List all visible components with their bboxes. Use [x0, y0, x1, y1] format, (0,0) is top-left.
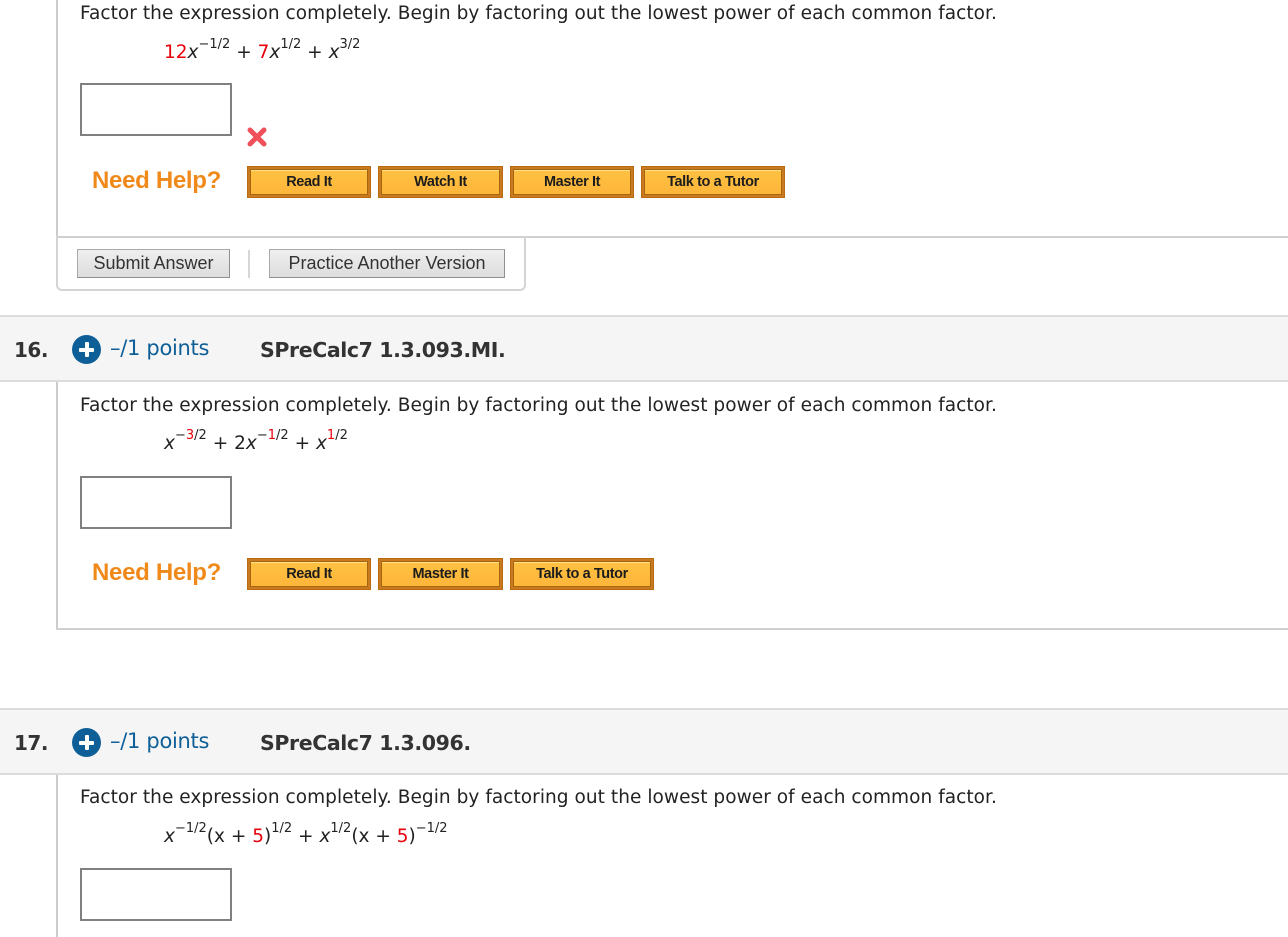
variable: x — [328, 42, 340, 63]
question-16-expression: x−3/2 + 2x−1/2 + x1/2 — [164, 429, 348, 454]
variable: x — [269, 42, 281, 63]
coefficient: 2 — [234, 433, 246, 454]
read-it-button[interactable]: Read It — [247, 558, 371, 590]
question-16-answer-input[interactable] — [80, 476, 232, 529]
master-it-button[interactable]: Master It — [510, 166, 634, 198]
exponent: 1/2 — [326, 427, 348, 443]
exponent: −3/2 — [174, 427, 207, 443]
question-17-answer-input[interactable] — [80, 868, 232, 921]
exponent: 1/2 — [271, 820, 293, 836]
talk-to-tutor-button[interactable]: Talk to a Tutor — [641, 166, 785, 198]
operator: + — [307, 42, 323, 63]
question-15-answer-input[interactable] — [80, 83, 232, 136]
operator: + — [294, 433, 311, 454]
need-help-label: Need Help? — [92, 559, 222, 586]
question-id: SPreCalc7 1.3.093.MI. — [260, 338, 506, 362]
question-number: 17. — [14, 731, 48, 755]
exponent: −1/2 — [174, 820, 207, 836]
wrong-x-icon — [247, 127, 267, 147]
points-link[interactable]: –/1 points — [110, 729, 209, 753]
coefficient: 7 — [257, 42, 270, 63]
operator: + — [298, 826, 314, 847]
variable: x — [319, 826, 331, 847]
coefficient: 12 — [164, 42, 188, 63]
watch-it-button[interactable]: Watch It — [378, 166, 503, 198]
button-separator — [248, 250, 250, 278]
read-it-button[interactable]: Read It — [247, 166, 371, 198]
question-16-header: 16. –/1 points SPreCalc7 1.3.093.MI. — [0, 315, 1288, 382]
practice-another-version-button[interactable]: Practice Another Version — [269, 249, 505, 278]
expand-plus-icon[interactable] — [72, 728, 101, 757]
variable: x — [164, 433, 175, 454]
operator: + — [236, 42, 252, 63]
variable: x — [315, 433, 327, 454]
master-it-button[interactable]: Master It — [378, 558, 503, 590]
variable: x — [245, 433, 257, 454]
question-id: SPreCalc7 1.3.096. — [260, 731, 471, 755]
question-15-expression: 12x−1/2 + 7x1/2 + x3/2 — [164, 38, 360, 63]
operator: + — [212, 433, 229, 454]
exponent: 3/2 — [339, 36, 361, 52]
submit-answer-button[interactable]: Submit Answer — [77, 249, 230, 278]
variable: x — [187, 42, 199, 63]
exponent: 1/2 — [330, 820, 352, 836]
question-15-left-rule — [56, 0, 58, 238]
exponent: −1/2 — [198, 36, 231, 52]
question-16-left-rule — [56, 382, 58, 630]
talk-to-tutor-button[interactable]: Talk to a Tutor — [510, 558, 654, 590]
question-17-left-rule — [56, 775, 58, 937]
exponent: −1/2 — [415, 820, 448, 836]
question-15-instruction: Factor the expression completely. Begin … — [80, 3, 997, 24]
constant: 5 — [396, 826, 409, 847]
question-16-bottom-divider — [56, 628, 1288, 630]
question-16-instruction: Factor the expression completely. Begin … — [80, 395, 997, 416]
variable: x — [164, 826, 175, 847]
points-link[interactable]: –/1 points — [110, 336, 209, 360]
exponent: 1/2 — [280, 36, 302, 52]
question-number: 16. — [14, 338, 48, 362]
question-17-expression: x−1/2(x + 5)1/2 + x1/2(x + 5)−1/2 — [164, 820, 448, 847]
need-help-label: Need Help? — [92, 167, 222, 194]
question-17-instruction: Factor the expression completely. Begin … — [80, 787, 997, 808]
expand-plus-icon[interactable] — [72, 335, 101, 364]
exponent: −1/2 — [256, 427, 289, 443]
question-17-header: 17. –/1 points SPreCalc7 1.3.096. — [0, 708, 1288, 775]
constant: 5 — [252, 826, 264, 847]
